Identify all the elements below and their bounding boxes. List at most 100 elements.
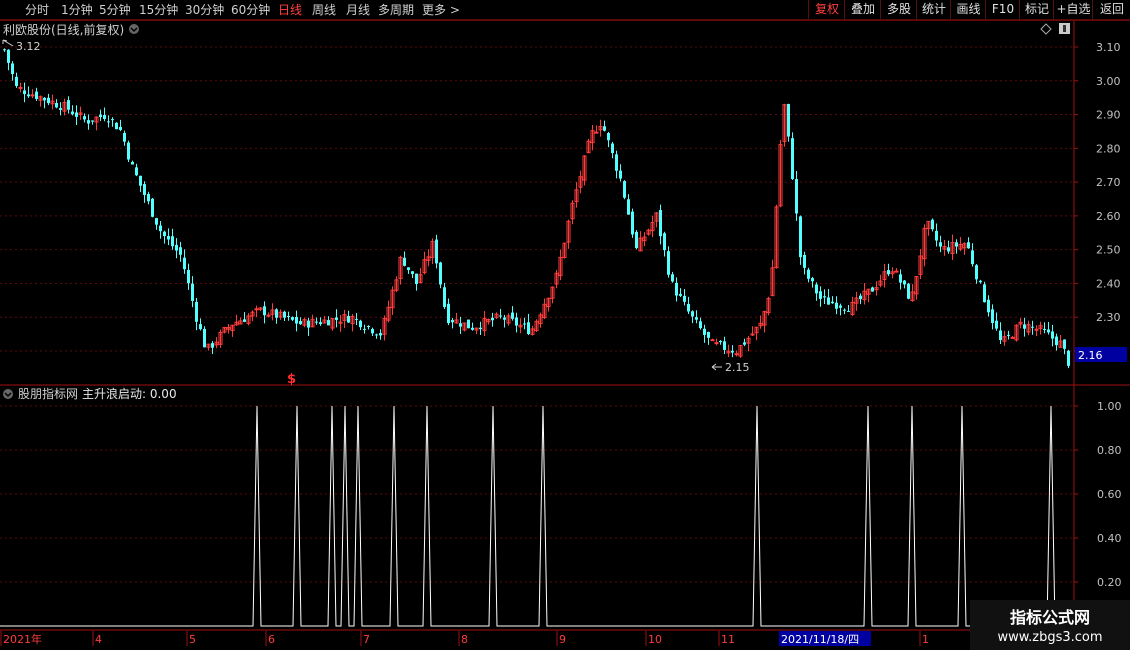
candle-body — [707, 331, 710, 338]
indicator-tick-label: 0.60 — [1097, 488, 1122, 501]
candle-body — [831, 301, 834, 304]
signal-mark: $ — [287, 372, 296, 387]
candle-body — [211, 343, 214, 348]
high-price-label: 3.12 — [16, 40, 41, 53]
candle-body — [611, 143, 614, 154]
candle-body — [471, 327, 474, 330]
diamond-icon[interactable] — [1040, 23, 1052, 35]
candle-body — [283, 311, 286, 318]
candle-body — [3, 49, 6, 51]
candle-body — [407, 267, 410, 271]
candle-body — [931, 219, 934, 230]
candle-body — [907, 283, 910, 299]
candle-body — [71, 111, 74, 115]
candle-body — [143, 184, 146, 195]
candle-body — [683, 295, 686, 302]
indicator-series-label: 主升浪启动: 0.00 — [82, 386, 177, 401]
candle-body — [734, 353, 739, 356]
candle-body — [18, 86, 23, 89]
candle-body — [619, 170, 622, 179]
candle-body — [967, 242, 970, 249]
candle-body — [835, 302, 838, 309]
price-axis-ticks: 3.103.002.902.802.702.602.502.402.302.20 — [1074, 41, 1121, 358]
candle-body — [375, 334, 378, 336]
chart-menu-icon[interactable] — [129, 24, 139, 34]
candle-body — [627, 199, 630, 215]
candle-body — [1007, 334, 1010, 336]
candle-body — [183, 257, 186, 270]
candle-body — [731, 350, 734, 353]
candle-body — [887, 270, 890, 275]
cursor-date-label: 2021/11/18/四 — [781, 633, 859, 646]
candle-body — [367, 326, 370, 328]
candle-body — [1043, 328, 1046, 330]
candle-body — [335, 317, 338, 320]
xaxis-label: 2021年 — [3, 632, 42, 646]
candle-body — [511, 312, 514, 319]
indicator-menu-icon[interactable] — [3, 389, 13, 399]
candle-body — [119, 126, 122, 130]
candle-body — [87, 120, 90, 124]
candle-body — [811, 278, 814, 282]
candle-body — [307, 320, 310, 328]
candle-body — [515, 317, 518, 326]
candle-body — [11, 63, 14, 75]
candle-body — [1034, 328, 1039, 331]
xaxis-label: 4 — [95, 633, 102, 646]
candle-body — [379, 333, 382, 336]
candle-body — [55, 102, 58, 108]
main-chart-title: 利欧股份(日线,前复权) — [3, 22, 124, 37]
candle-body — [23, 90, 26, 95]
candle-body — [115, 122, 118, 130]
candle-body — [695, 317, 698, 320]
candle-body — [443, 287, 446, 308]
candle-body — [527, 322, 530, 335]
candle-body — [871, 287, 874, 292]
low-price-label: 2.15 — [725, 361, 750, 374]
candle-body — [947, 247, 950, 252]
candle-body — [447, 303, 450, 324]
candle-body — [791, 138, 794, 180]
candle-body — [971, 250, 974, 265]
candle-body — [991, 309, 994, 323]
candle-body — [203, 328, 206, 348]
candle-body — [823, 296, 826, 298]
candle-body — [363, 328, 366, 330]
candle-body — [935, 230, 938, 241]
candle-body — [939, 242, 942, 247]
candle-body — [827, 297, 830, 305]
candle-body — [199, 324, 202, 330]
price-tick-label: 2.90 — [1096, 109, 1121, 122]
candle-body — [131, 161, 134, 165]
candle-body — [139, 175, 142, 186]
candle-body — [111, 119, 114, 121]
xaxis-label: 1 — [922, 633, 929, 646]
candle-body — [103, 115, 106, 120]
candle-body — [847, 310, 850, 312]
candle-body — [899, 274, 902, 283]
candle-body — [411, 271, 414, 274]
price-tick-label: 2.50 — [1096, 244, 1121, 257]
candle-body — [607, 133, 610, 141]
candle-body — [1031, 326, 1034, 328]
candle-body — [1047, 329, 1050, 333]
high-arrow-icon — [2, 39, 14, 47]
candle-body — [1055, 336, 1058, 346]
candle-body — [155, 218, 158, 225]
candle-body — [291, 317, 294, 320]
watermark: 指标公式网 www.zbgs3.com — [970, 600, 1130, 650]
candle-body — [415, 273, 418, 285]
candle-body — [191, 283, 194, 301]
candle-body — [147, 194, 150, 202]
candle-body — [799, 216, 802, 258]
candle-body — [859, 295, 862, 300]
candle-body — [995, 320, 998, 329]
candle-body — [327, 320, 330, 326]
watermark-url: www.zbgs3.com — [997, 630, 1103, 645]
candle-body — [815, 284, 818, 294]
candle-body — [987, 299, 990, 313]
candle-body — [299, 321, 302, 325]
indicator-axis-ticks: 1.00 0.80 0.60 0.40 0.20 — [1074, 400, 1122, 589]
candle-body — [979, 280, 982, 283]
candle-body — [403, 257, 406, 266]
